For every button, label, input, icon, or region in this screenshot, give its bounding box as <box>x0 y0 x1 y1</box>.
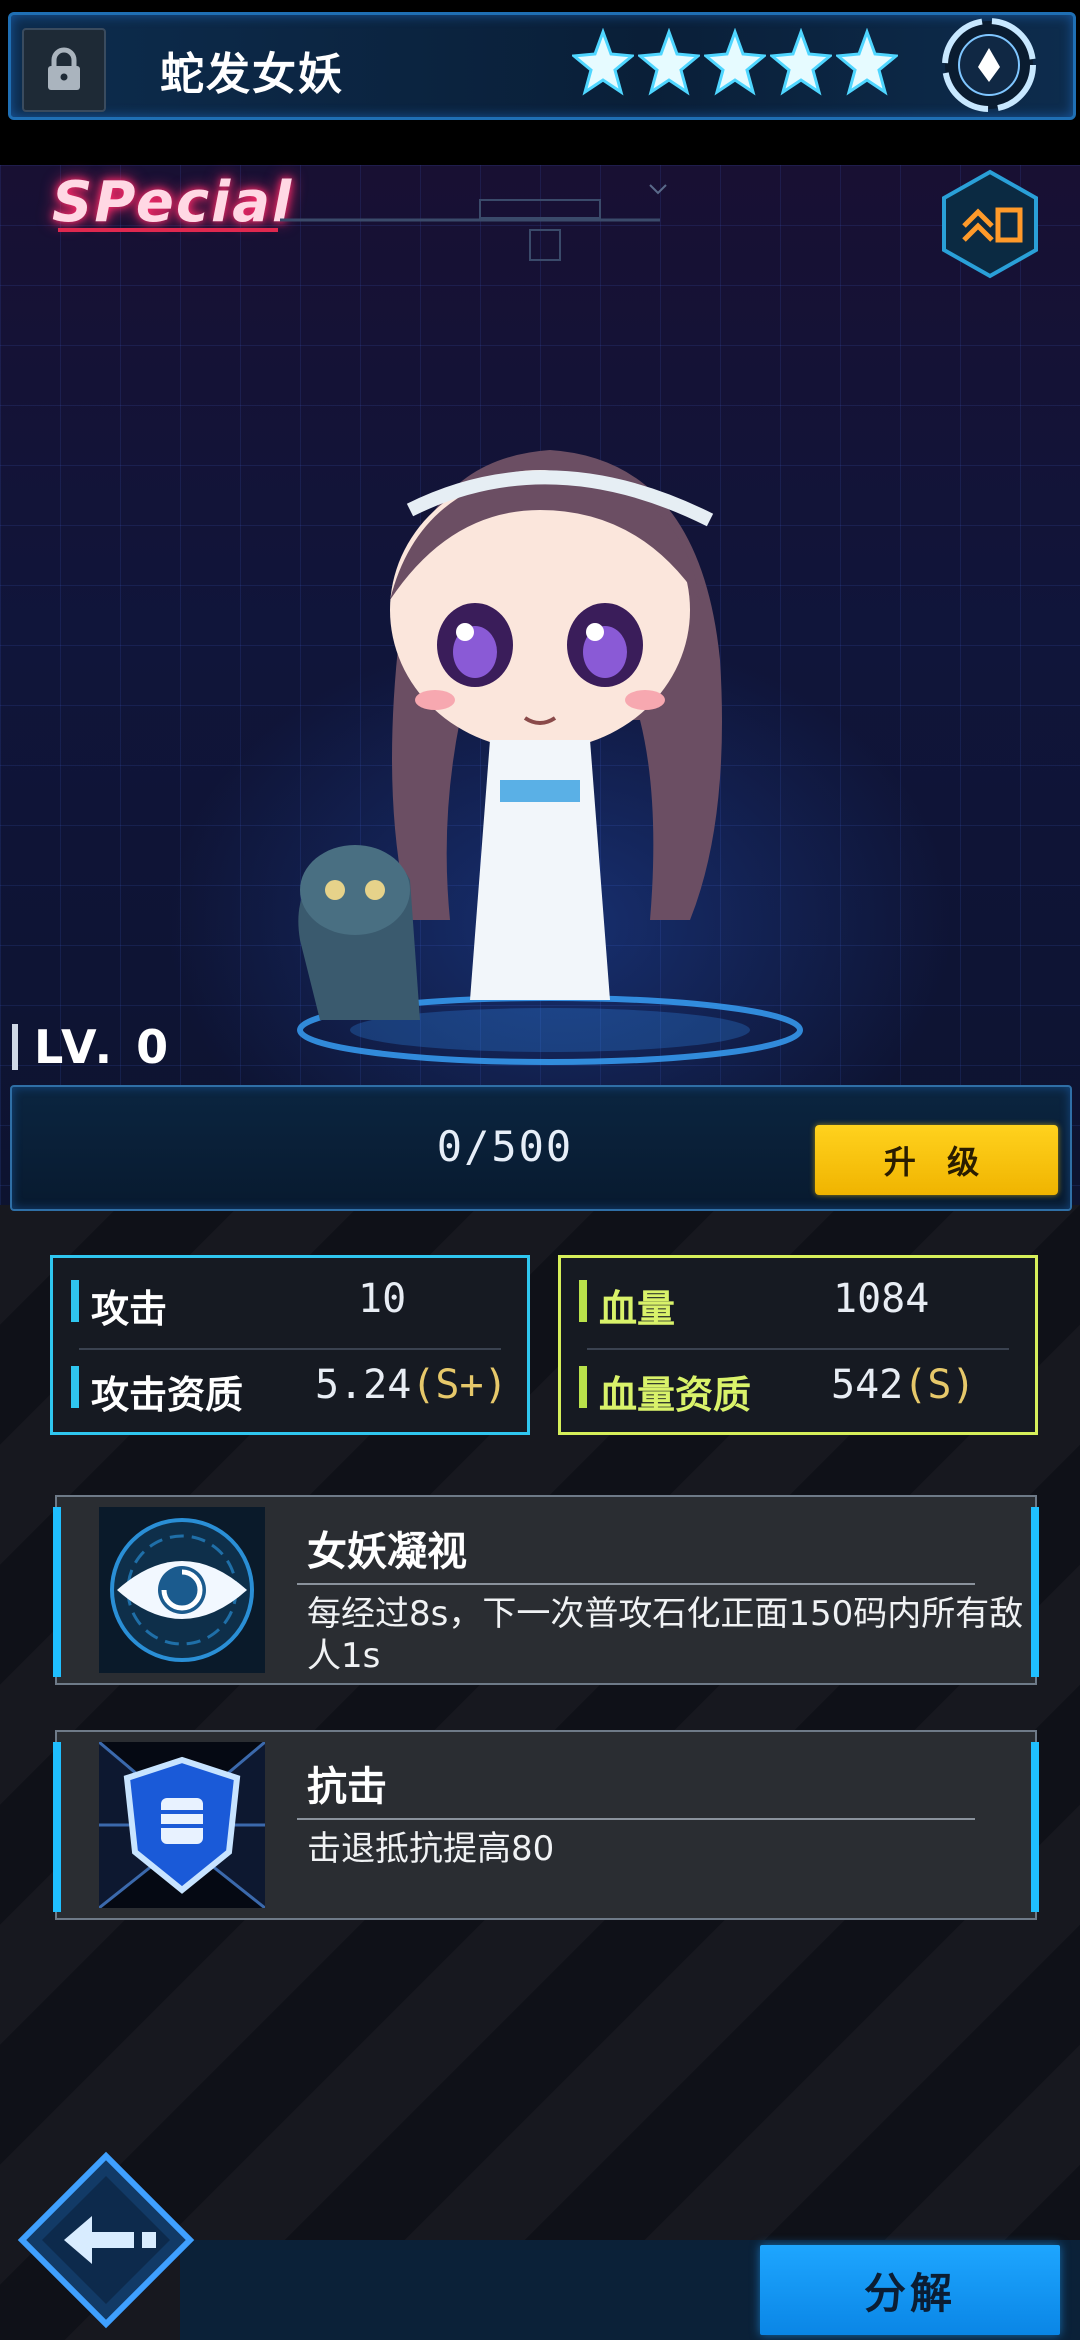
hp-quality-label: 血量资质 <box>599 1373 752 1417</box>
attack-quality-label: 攻击资质 <box>91 1373 244 1417</box>
attack-value: 10 <box>358 1276 407 1322</box>
hp-quality-tick <box>579 1366 587 1408</box>
decompose-button[interactable]: 分解 <box>760 2245 1060 2335</box>
attack-quality-grade: (S+) <box>411 1362 508 1408</box>
star-icon <box>836 28 898 96</box>
attack-tick <box>71 1280 79 1322</box>
attack-row: 攻击 10 <box>53 1258 527 1342</box>
skill-divider <box>297 1818 975 1820</box>
star-icon <box>770 28 832 96</box>
attack-quality-tick <box>71 1366 79 1408</box>
skill-divider <box>297 1583 975 1585</box>
attack-stats-panel: 攻击 10 攻击资质 5.24(S+) <box>50 1255 530 1435</box>
shield-fist-icon <box>99 1742 265 1908</box>
lock-button[interactable] <box>22 28 106 112</box>
rarity-underline <box>58 228 278 232</box>
skill-card-gaze[interactable]: 女妖凝视 每经过8s，下一次普攻石化正面150码内所有敌人1s <box>53 1495 1039 1685</box>
star-icon <box>572 28 634 96</box>
hp-quality-value: 542(S) <box>831 1362 976 1408</box>
attack-quality-value: 5.24(S+) <box>315 1362 508 1408</box>
hp-stats-panel: 血量 1084 血量资质 542(S) <box>558 1255 1038 1435</box>
hp-row: 血量 1084 <box>561 1258 1035 1342</box>
hp-quality-grade: (S) <box>903 1362 976 1408</box>
hud-decoration <box>280 184 667 261</box>
lock-icon <box>48 47 80 90</box>
skill-name: 女妖凝视 <box>307 1529 467 1575</box>
upgrade-button[interactable]: 升 级 <box>815 1125 1058 1195</box>
hp-value: 1084 <box>833 1276 930 1322</box>
skill-name: 抗击 <box>307 1764 387 1810</box>
eye-icon <box>99 1507 265 1673</box>
level-label: LV. 0 <box>12 1020 172 1074</box>
character-portrait <box>297 450 803 1065</box>
hp-label: 血量 <box>599 1287 676 1331</box>
character-name: 蛇发女妖 <box>160 49 344 100</box>
rank-up-icon[interactable] <box>938 168 1042 280</box>
back-button[interactable] <box>16 2150 196 2330</box>
hp-quality-row: 血量资质 542(S) <box>561 1344 1035 1428</box>
top-header: 蛇发女妖 <box>0 0 1080 165</box>
attack-quality-row: 攻击资质 5.24(S+) <box>53 1344 527 1428</box>
skill-description: 每经过8s，下一次普攻石化正面150码内所有敌人1s <box>307 1594 1024 1676</box>
skill-description: 击退抵抗提高80 <box>307 1829 555 1869</box>
star-icon <box>704 28 766 96</box>
star-rating <box>572 28 898 98</box>
rarity-label: SPecial <box>52 170 294 235</box>
element-badge-icon[interactable] <box>936 12 1042 118</box>
attack-label: 攻击 <box>91 1287 168 1331</box>
star-icon <box>638 28 700 96</box>
skill-card-resist[interactable]: 抗击 击退抵抗提高80 <box>53 1730 1039 1920</box>
hp-tick <box>579 1280 587 1322</box>
